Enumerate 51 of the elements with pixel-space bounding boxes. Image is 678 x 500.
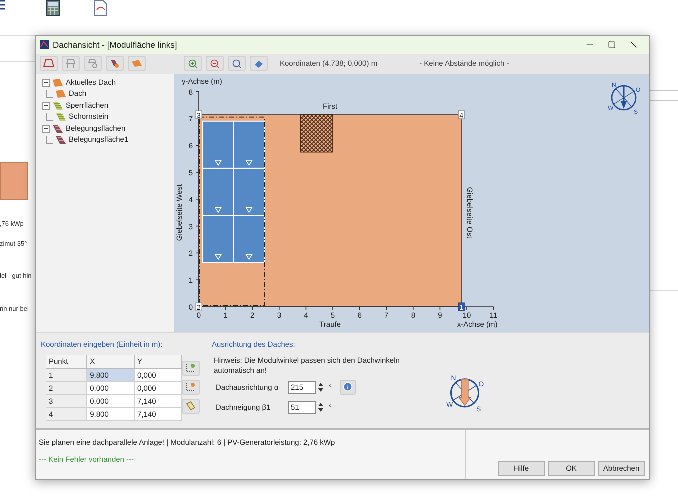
app-icon [40, 40, 49, 50]
panel-icon [55, 135, 67, 146]
window-title: Dachansicht - [Modulfläche links] [53, 38, 178, 52]
zoom-in-button[interactable] [184, 56, 202, 72]
menu-icon[interactable] [0, 0, 6, 10]
tree-connector [46, 113, 53, 122]
roof-icon [55, 89, 67, 100]
solar-module [202, 120, 234, 169]
pan-button[interactable] [250, 56, 268, 72]
remove-point-button[interactable] [182, 380, 200, 395]
collapse-icon[interactable] [42, 125, 50, 134]
document-chart-icon[interactable] [94, 0, 108, 16]
stripes-icon [52, 101, 64, 112]
zoom-fit-button[interactable] [228, 56, 246, 72]
solar-module [233, 120, 266, 169]
calculator-icon[interactable] [46, 0, 60, 16]
info-button[interactable] [340, 380, 356, 395]
close-icon[interactable] [629, 40, 639, 50]
tree-connector [46, 90, 53, 98]
solar-module [202, 168, 234, 216]
solar-module [233, 168, 266, 216]
panel-icon [110, 58, 120, 69]
tree-connector [46, 136, 53, 144]
remove-point-icon [186, 382, 196, 392]
maximize-icon[interactable] [608, 40, 616, 49]
quad-shape-icon [186, 401, 196, 412]
spinner-icon[interactable] [318, 382, 324, 393]
collapse-icon[interactable] [42, 102, 50, 110]
panel-icon [52, 124, 64, 134]
spinner-icon[interactable] [318, 402, 324, 413]
roof-outline-button[interactable] [40, 56, 58, 72]
collapse-icon[interactable] [42, 79, 50, 88]
roof-frame-icon [66, 58, 76, 69]
zoom-in-icon [188, 58, 198, 69]
roof-thumbnail [0, 162, 28, 200]
solar-module [202, 214, 234, 263]
add-point-button[interactable] [182, 360, 200, 376]
stripes-icon [55, 112, 67, 122]
roof-gear-icon [88, 58, 98, 69]
trapezoid-icon [43, 59, 55, 68]
add-point-icon [186, 363, 196, 374]
diamond-icon [254, 58, 264, 69]
zoom-out-button[interactable] [206, 56, 224, 72]
solar-module [233, 214, 266, 263]
zoom-out-icon [210, 58, 220, 69]
module-area-button[interactable] [106, 56, 124, 72]
chimney-area [300, 114, 334, 152]
roof-icon [131, 59, 143, 68]
shape-button[interactable] [182, 398, 200, 414]
roof-icon [52, 78, 64, 88]
search-icon [232, 58, 242, 69]
